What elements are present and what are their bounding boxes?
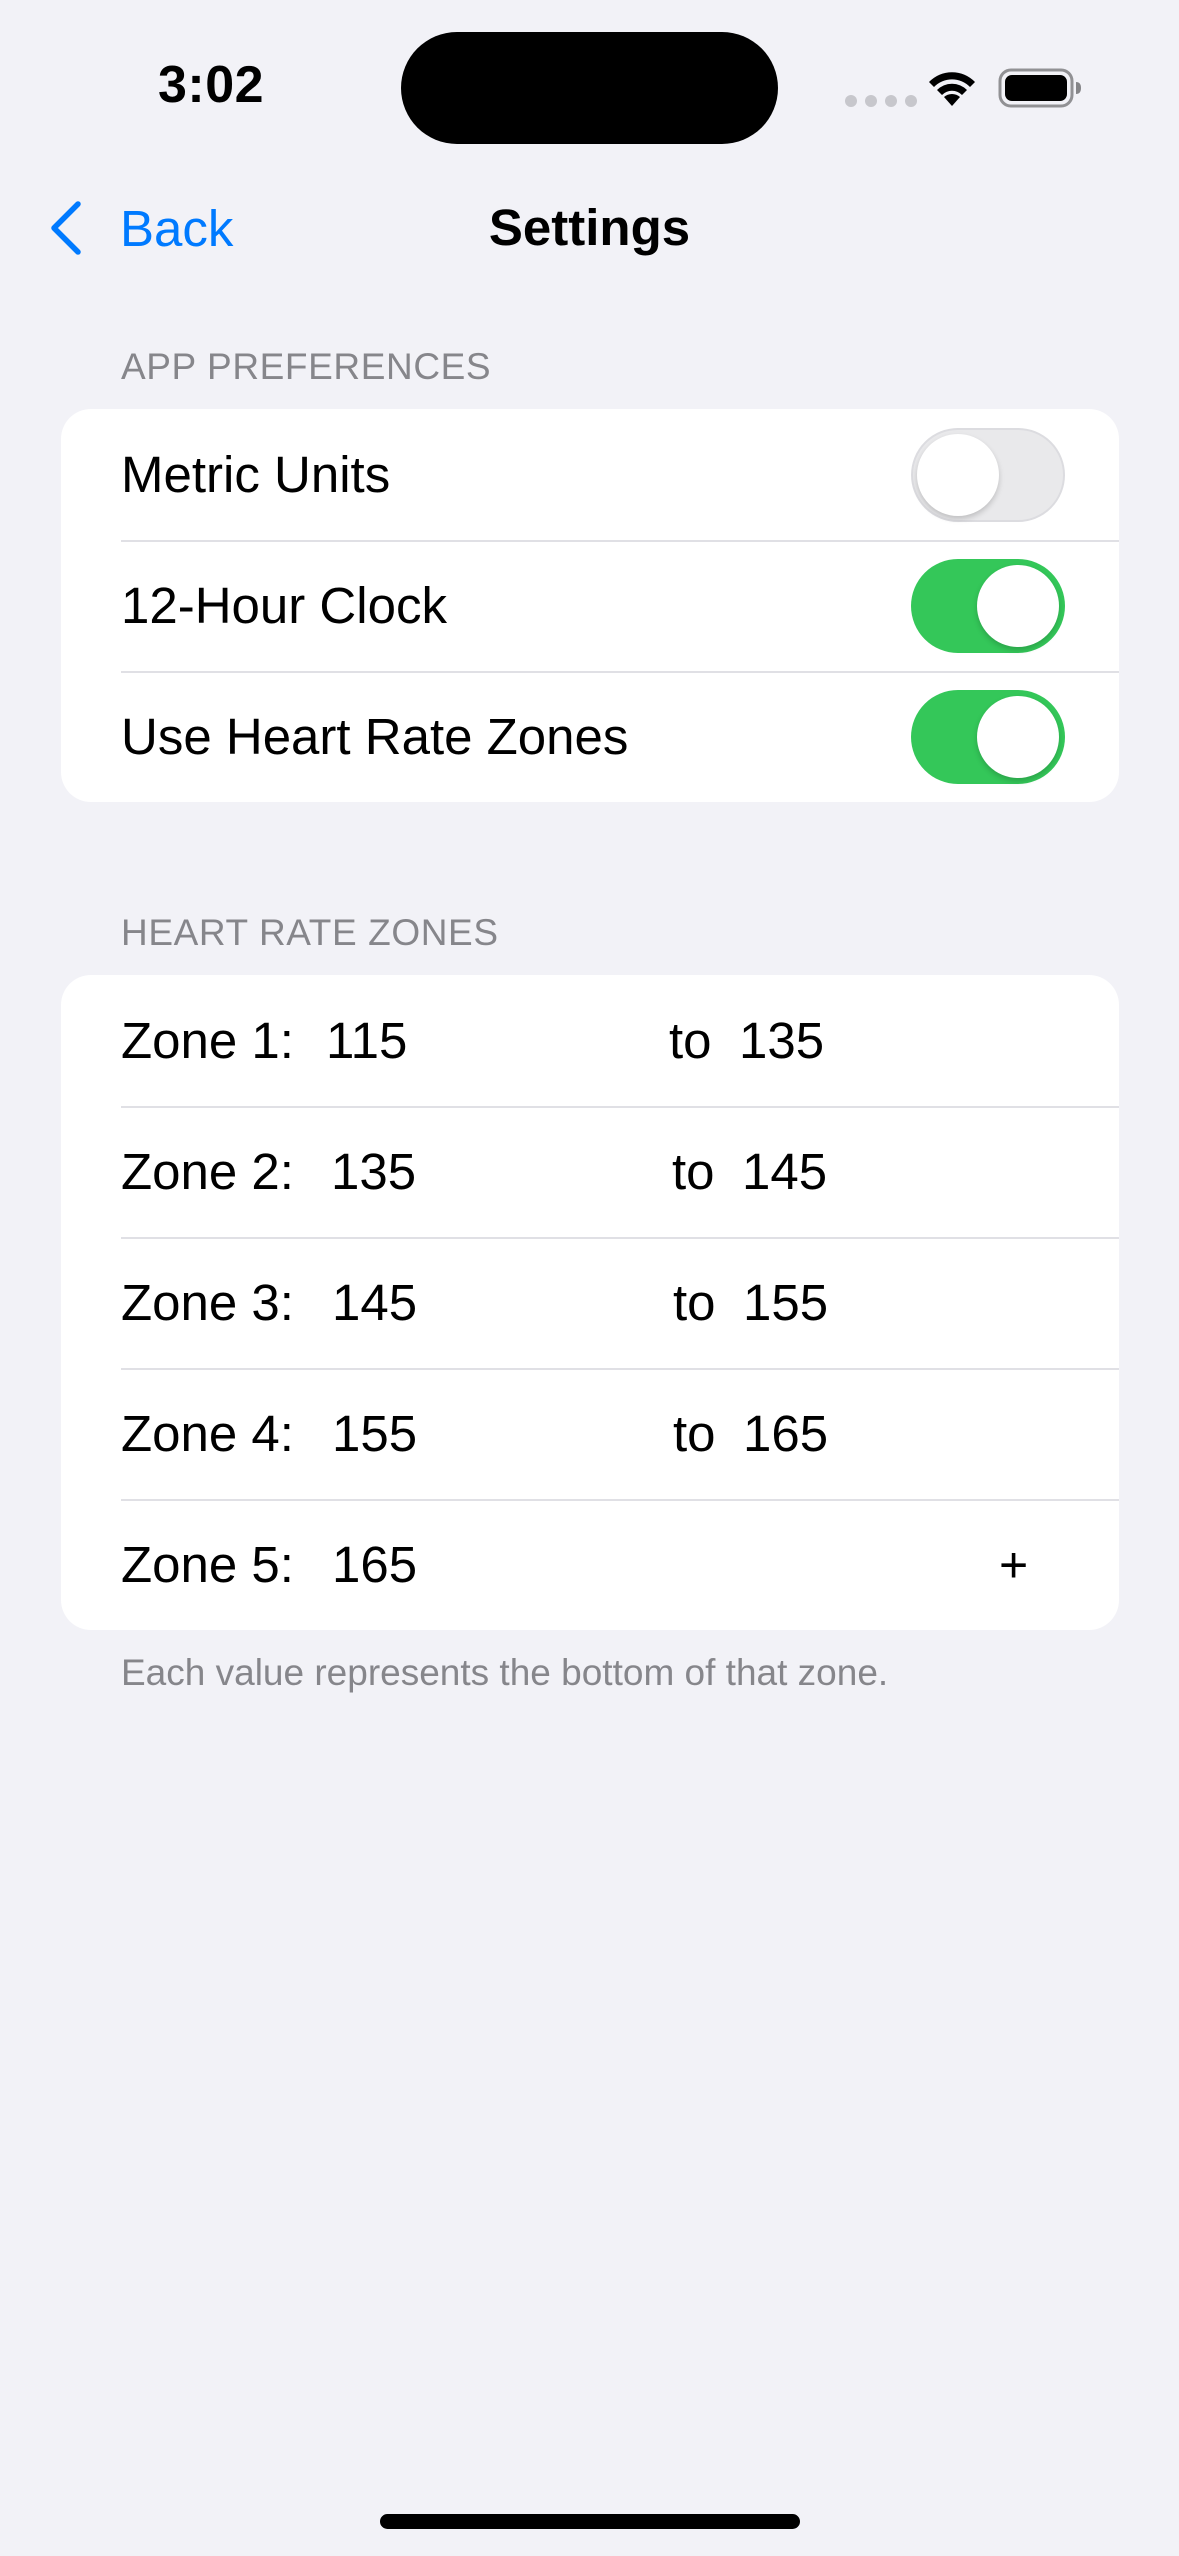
- zone-2-high-value: 145: [742, 1143, 828, 1200]
- metric-units-label: Metric Units: [121, 446, 391, 503]
- zone-4-high-value: 165: [743, 1405, 829, 1462]
- heart-rate-zones-label: Use Heart Rate Zones: [121, 708, 629, 765]
- zone-4-low-field[interactable]: 155: [332, 1404, 417, 1463]
- zone-label: Zone 1:: [121, 1012, 294, 1069]
- zone-row-2: Zone 2: 135 to 145: [61, 1106, 1119, 1237]
- status-time: 3:02: [158, 56, 265, 114]
- zone-row-4: Zone 4: 155 to 165: [61, 1368, 1119, 1499]
- battery-icon: [998, 68, 1081, 108]
- zone-1-low-field[interactable]: 115: [326, 1011, 407, 1070]
- cellular-signal-icon: [845, 95, 917, 107]
- section-header-app-preferences: APP PREFERENCES: [121, 346, 492, 387]
- zone-to-label: to: [669, 1012, 712, 1069]
- zone-label: Zone 5:: [121, 1536, 294, 1593]
- zone-1-high-value: 135: [739, 1012, 825, 1069]
- zone-to-label: to: [672, 1143, 715, 1200]
- page-title: Settings: [488, 199, 691, 256]
- zones-footer-note: Each value represents the bottom of that…: [121, 1652, 889, 1693]
- wifi-icon: [929, 72, 975, 106]
- metric-units-toggle[interactable]: [911, 427, 1065, 522]
- zone-3-low-field[interactable]: 145: [332, 1273, 417, 1332]
- zone-5-low-field[interactable]: 165: [332, 1535, 417, 1594]
- metric-units-row: Metric Units: [61, 409, 1119, 540]
- zone-label: Zone 2:: [121, 1143, 294, 1200]
- dynamic-island: [401, 32, 778, 144]
- zone-row-3: Zone 3: 145 to 155: [61, 1237, 1119, 1368]
- zone-2-low-field[interactable]: 135: [331, 1142, 416, 1201]
- section-header-heart-rate-zones: HEART RATE ZONES: [121, 912, 499, 953]
- add-zone-button[interactable]: +: [999, 1536, 1028, 1594]
- app-preferences-card: Metric Units 12-Hour Clock Use Heart Rat…: [61, 409, 1119, 802]
- twelve-hour-clock-row: 12-Hour Clock: [61, 540, 1119, 671]
- zone-to-label: to: [673, 1405, 716, 1462]
- zone-label: Zone 3:: [121, 1274, 294, 1331]
- heart-rate-zones-toggle[interactable]: [911, 689, 1065, 784]
- zone-label: Zone 4:: [121, 1405, 294, 1462]
- twelve-hour-clock-toggle[interactable]: [911, 558, 1065, 653]
- zone-to-label: to: [673, 1274, 716, 1331]
- zone-row-1: Zone 1: 115 to 135: [61, 975, 1119, 1106]
- heart-rate-zones-row: Use Heart Rate Zones: [61, 671, 1119, 802]
- twelve-hour-clock-label: 12-Hour Clock: [121, 577, 447, 634]
- heart-rate-zones-card: Zone 1: 115 to 135 Zone 2: 135 to 145 Zo…: [61, 975, 1119, 1630]
- zone-3-high-value: 155: [743, 1274, 829, 1331]
- zone-row-5: Zone 5: 165 +: [61, 1499, 1119, 1630]
- home-indicator[interactable]: [380, 2514, 800, 2529]
